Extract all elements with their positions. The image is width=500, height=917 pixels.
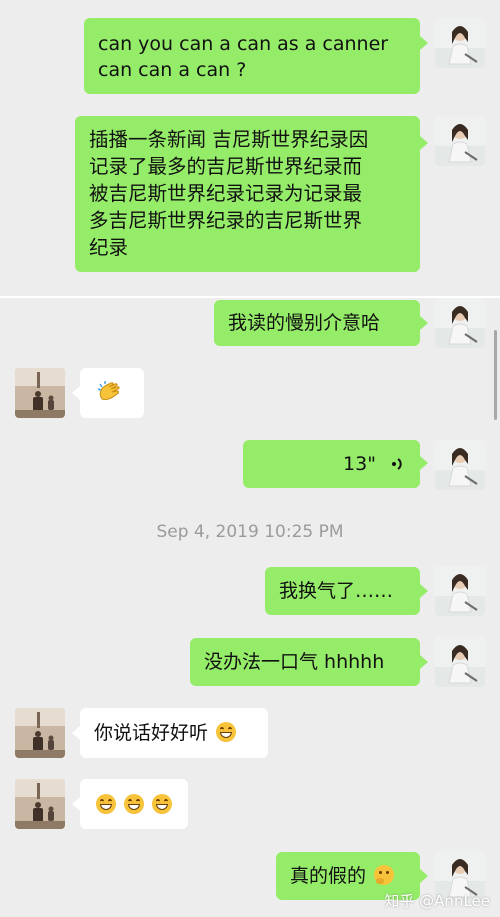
avatar-me[interactable] xyxy=(435,18,485,68)
avatar-me[interactable] xyxy=(435,566,485,616)
message-bubble[interactable] xyxy=(80,368,144,418)
bubble-tail xyxy=(420,655,428,669)
bubble-tail xyxy=(72,726,80,740)
message-text: 没办法一口气 hhhhh xyxy=(204,651,385,673)
clapping-hands-icon xyxy=(97,381,120,400)
grinning-face-icon xyxy=(216,722,237,742)
avatar-me[interactable] xyxy=(435,298,485,348)
avatar-me[interactable] xyxy=(435,440,485,490)
message-text: 插播一条新闻 吉尼斯世界纪录因 xyxy=(89,128,369,151)
grinning-face-icon xyxy=(124,794,145,814)
scrollbar[interactable] xyxy=(494,330,497,420)
message-text: 真的假的 xyxy=(290,865,367,887)
message-text: 我换气了…… xyxy=(279,580,394,602)
avatar-contact[interactable] xyxy=(15,368,65,418)
message-text: can can a can ? xyxy=(98,59,247,81)
grinning-face-icon xyxy=(96,794,116,814)
avatar-me[interactable] xyxy=(435,116,485,166)
timestamp: Sep 4, 2019 10:25 PM xyxy=(156,522,344,542)
message-text: 多吉尼斯世界纪录的吉尼斯世界 xyxy=(89,209,363,232)
message-bubble[interactable]: 你说话好好听 xyxy=(80,708,268,758)
bubble-tail xyxy=(72,386,80,400)
bubble-tail xyxy=(420,584,428,598)
message-text: can you can a can as a canner xyxy=(98,33,389,55)
voice-duration: 13" xyxy=(343,453,376,475)
message-bubble[interactable] xyxy=(80,779,188,829)
message-bubble[interactable]: 我换气了…… xyxy=(265,567,420,615)
thinking-face-icon xyxy=(374,865,395,885)
message-text: 纪录 xyxy=(89,236,129,259)
bubble-tail xyxy=(72,797,80,811)
voice-message-bubble[interactable]: 13" xyxy=(243,440,420,488)
grinning-face-icon xyxy=(152,794,173,814)
bubble-tail xyxy=(420,136,428,150)
message-text: 你说话好好听 xyxy=(94,722,209,744)
bubble-tail xyxy=(420,456,428,470)
avatar-contact[interactable] xyxy=(15,708,65,758)
message-bubble[interactable]: 插播一条新闻 吉尼斯世界纪录因 记录了最多的吉尼斯世界纪录而 被吉尼斯世界纪录记… xyxy=(75,116,420,272)
message-text: 记录了最多的吉尼斯世界纪录而 xyxy=(89,155,363,178)
avatar-contact[interactable] xyxy=(15,779,65,829)
message-bubble[interactable]: can you can a can as a canner can can a … xyxy=(84,18,420,94)
message-bubble[interactable]: 没办法一口气 hhhhh xyxy=(190,638,420,686)
message-text: 我读的慢别介意哈 xyxy=(228,312,381,334)
message-bubble[interactable]: 我读的慢别介意哈 xyxy=(214,300,420,346)
screenshot-divider xyxy=(0,296,500,298)
bubble-tail xyxy=(420,36,428,50)
avatar-me[interactable] xyxy=(435,637,485,687)
bubble-tail xyxy=(420,316,428,330)
message-text: 被吉尼斯世界纪录记录为记录最 xyxy=(89,182,363,205)
voice-wave-icon xyxy=(392,458,402,470)
bubble-tail xyxy=(420,869,428,883)
watermark: 知乎 @AnnLee xyxy=(384,892,490,910)
